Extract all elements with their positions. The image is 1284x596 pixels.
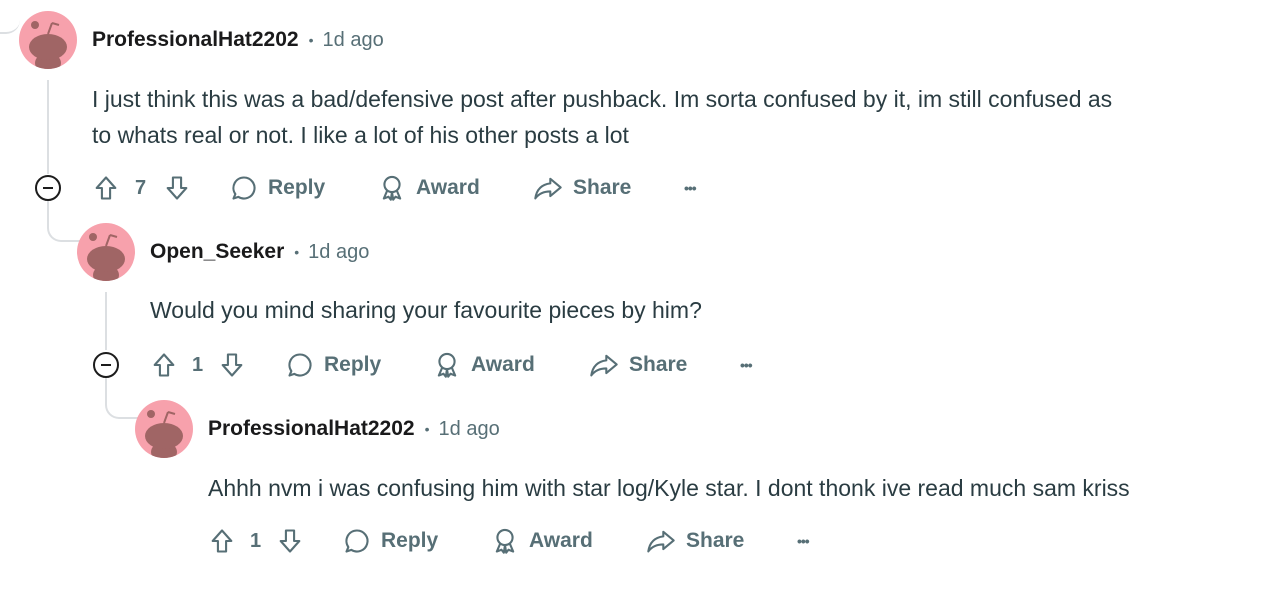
- more-dots-icon: •••: [684, 180, 697, 196]
- award-button[interactable]: Award: [433, 347, 535, 383]
- comment-body: Ahhh nvm i was confusing him with star l…: [208, 470, 1130, 506]
- arrow-up-icon: [211, 529, 233, 553]
- award-label: Award: [471, 353, 535, 376]
- share-label: Share: [573, 176, 632, 199]
- share-arrow-icon: [647, 530, 675, 553]
- parent-thread-connector: [0, 18, 20, 34]
- comment-meta: ProfessionalHat2202 • 1d ago: [208, 414, 500, 444]
- vote-score: 7: [135, 177, 147, 199]
- share-button[interactable]: Share: [646, 523, 744, 559]
- snoo-avatar-icon: [29, 21, 67, 69]
- award-ribbon-icon: [382, 175, 402, 201]
- speech-bubble-icon: [232, 176, 256, 200]
- snoo-avatar-icon: [145, 410, 183, 458]
- avatar[interactable]: [135, 400, 193, 458]
- comment-body-line: to whats real or not. I like a lot of hi…: [92, 122, 629, 148]
- share-arrow-icon: [590, 354, 618, 377]
- more-options-button[interactable]: •••: [740, 347, 753, 383]
- vote-score: 1: [250, 530, 262, 552]
- timestamp[interactable]: 1d ago: [323, 29, 384, 52]
- thread-connector-level-3: [105, 377, 139, 419]
- comment-body-line: I just think this was a bad/defensive po…: [92, 86, 1113, 112]
- collapse-button[interactable]: [35, 175, 61, 201]
- more-dots-icon: •••: [797, 533, 810, 549]
- author-name[interactable]: Open_Seeker: [150, 240, 284, 264]
- arrow-down-icon: [279, 529, 301, 553]
- collapse-button[interactable]: [93, 352, 119, 378]
- share-label: Share: [629, 353, 688, 376]
- more-options-button[interactable]: •••: [684, 170, 697, 206]
- separator-dot: •: [424, 421, 430, 437]
- arrow-down-icon: [221, 353, 243, 377]
- award-button[interactable]: Award: [491, 523, 593, 559]
- downvote-button[interactable]: [218, 347, 246, 383]
- timestamp[interactable]: 1d ago: [308, 241, 369, 264]
- award-label: Award: [416, 176, 480, 199]
- thread-line-level-2: [105, 292, 107, 350]
- reply-button[interactable]: Reply: [230, 170, 325, 206]
- avatar[interactable]: [77, 223, 135, 281]
- award-ribbon-icon: [495, 528, 515, 554]
- speech-bubble-icon: [345, 529, 369, 553]
- speech-bubble-icon: [288, 353, 312, 377]
- share-arrow-icon: [534, 177, 562, 200]
- separator-dot: •: [308, 32, 314, 48]
- more-dots-icon: •••: [740, 357, 753, 373]
- arrow-down-icon: [166, 176, 188, 200]
- reply-label: Reply: [268, 176, 326, 199]
- comment-meta: Open_Seeker • 1d ago: [150, 237, 369, 267]
- share-button[interactable]: Share: [589, 347, 687, 383]
- snoo-avatar-icon: [87, 233, 125, 281]
- comment-body: Would you mind sharing your favourite pi…: [150, 292, 702, 328]
- reply-button[interactable]: Reply: [286, 347, 381, 383]
- comment-body: I just think this was a bad/defensive po…: [92, 81, 1112, 153]
- upvote-button[interactable]: [92, 170, 120, 206]
- vote-score: 1: [192, 354, 204, 376]
- share-button[interactable]: Share: [533, 170, 631, 206]
- comment-body-line: Would you mind sharing your favourite pi…: [150, 297, 702, 323]
- separator-dot: •: [294, 244, 300, 260]
- downvote-button[interactable]: [276, 523, 304, 559]
- downvote-button[interactable]: [163, 170, 191, 206]
- author-name[interactable]: ProfessionalHat2202: [92, 28, 299, 52]
- comment-body-line: Ahhh nvm i was confusing him with star l…: [208, 475, 1130, 501]
- timestamp[interactable]: 1d ago: [439, 418, 500, 441]
- reply-button[interactable]: Reply: [343, 523, 438, 559]
- upvote-button[interactable]: [150, 347, 178, 383]
- reply-label: Reply: [324, 353, 382, 376]
- thread-connector-level-2: [47, 200, 81, 242]
- arrow-up-icon: [95, 176, 117, 200]
- upvote-button[interactable]: [208, 523, 236, 559]
- thread-line-level-1: [47, 80, 49, 174]
- reply-label: Reply: [381, 529, 439, 552]
- avatar[interactable]: [19, 11, 77, 69]
- more-options-button[interactable]: •••: [797, 523, 810, 559]
- arrow-up-icon: [153, 353, 175, 377]
- comment-meta: ProfessionalHat2202 • 1d ago: [92, 25, 384, 55]
- award-ribbon-icon: [437, 352, 457, 378]
- award-button[interactable]: Award: [378, 170, 480, 206]
- award-label: Award: [529, 529, 593, 552]
- share-label: Share: [686, 529, 745, 552]
- author-name[interactable]: ProfessionalHat2202: [208, 417, 415, 441]
